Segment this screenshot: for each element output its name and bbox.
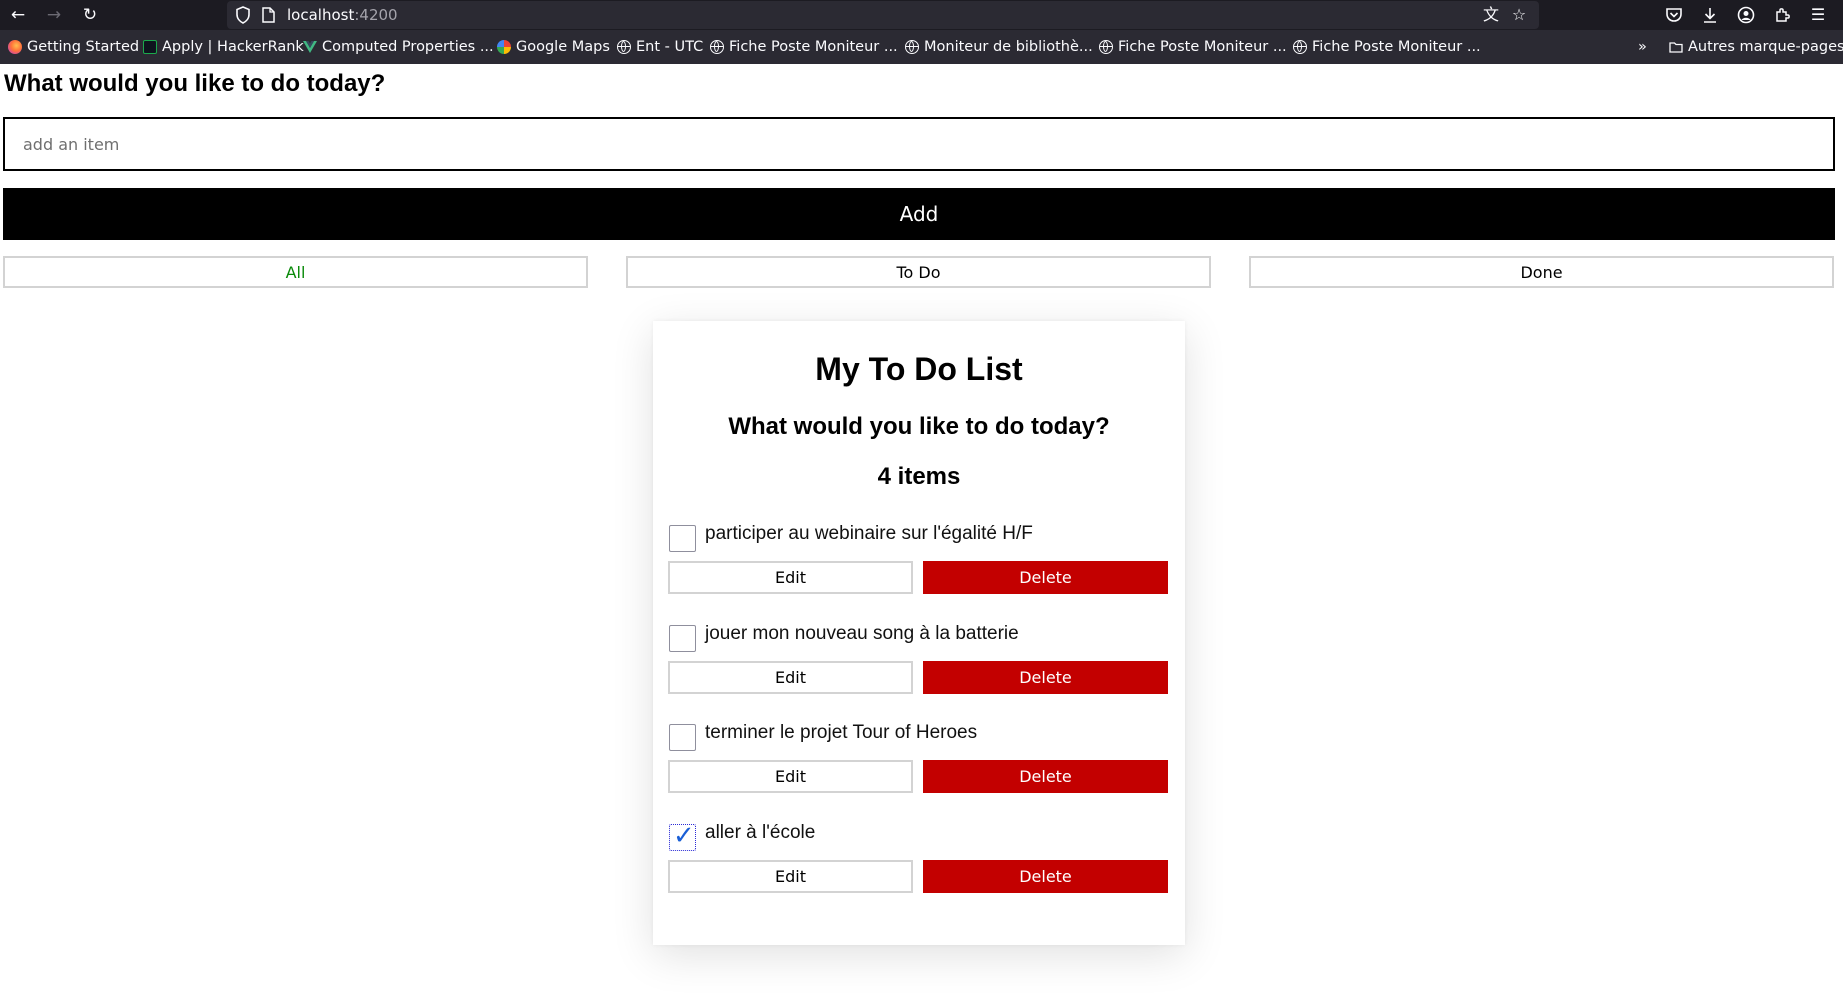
folder-icon: [1669, 42, 1683, 53]
bookmark-moniteur-bibliotheque[interactable]: Moniteur de bibliothè...: [905, 38, 1093, 56]
bookmark-other[interactable]: Autres marque-pages: [1669, 38, 1843, 56]
delete-button[interactable]: Delete: [923, 860, 1168, 893]
google-icon: [497, 40, 511, 54]
globe-icon: [905, 40, 919, 54]
globe-icon: [710, 40, 724, 54]
todo-label: jouer mon nouveau song à la batterie: [705, 623, 1019, 644]
edit-button[interactable]: Edit: [668, 661, 913, 694]
todo-card: My To Do List What would you like to do …: [653, 321, 1185, 945]
page-heading: What would you like to do today?: [4, 70, 386, 97]
reload-icon[interactable]: ↻: [78, 4, 102, 26]
todo-item: ✓ aller à l'école Edit Delete: [668, 821, 1168, 903]
bookmark-label: Getting Started: [27, 39, 140, 55]
page-info-icon[interactable]: [262, 7, 275, 23]
edit-button[interactable]: Edit: [668, 760, 913, 793]
translate-icon[interactable]: 文: [1481, 5, 1501, 25]
edit-button[interactable]: Edit: [668, 860, 913, 893]
globe-icon: [617, 40, 631, 54]
browser-toolbar: ← → ↻ localhost:4200 文 ☆ ☰: [0, 0, 1843, 30]
globe-icon: [1293, 40, 1307, 54]
vue-icon: [303, 41, 317, 53]
bookmark-fiche-poste-3[interactable]: Fiche Poste Moniteur ...: [1293, 38, 1481, 56]
todo-item: participer au webinaire sur l'égalité H/…: [668, 523, 1168, 604]
hamburger-menu-icon[interactable]: ☰: [1807, 4, 1829, 26]
tracking-shield-icon[interactable]: [235, 6, 251, 24]
todo-label: participer au webinaire sur l'égalité H/…: [705, 523, 1033, 544]
bookmark-fiche-poste-2[interactable]: Fiche Poste Moniteur ...: [1099, 38, 1287, 56]
bookmark-label: Apply | HackerRank: [162, 39, 304, 55]
bookmark-label: Fiche Poste Moniteur ...: [1118, 39, 1287, 55]
url-text[interactable]: localhost:4200: [287, 6, 398, 24]
bookmark-computed-properties[interactable]: Computed Properties ...: [303, 38, 494, 56]
checkmark-icon: ✓: [673, 821, 695, 851]
card-subtitle: What would you like to do today?: [728, 413, 1110, 440]
address-bar[interactable]: localhost:4200 文 ☆: [227, 1, 1539, 29]
bookmark-getting-started[interactable]: Getting Started: [8, 38, 139, 56]
bookmark-hackerrank[interactable]: Apply | HackerRank: [143, 38, 304, 56]
bookmarks-bar: Getting Started Apply | HackerRank Compu…: [0, 30, 1843, 64]
pocket-icon[interactable]: [1663, 4, 1685, 26]
bookmarks-overflow-chevron-icon[interactable]: »: [1638, 38, 1647, 56]
todo-checkbox[interactable]: [669, 525, 696, 552]
account-icon[interactable]: [1735, 4, 1757, 26]
bookmark-label: Computed Properties ...: [322, 39, 494, 55]
url-host: localhost: [287, 6, 355, 24]
filter-all-button[interactable]: All: [3, 256, 588, 288]
item-count: 4 items: [877, 463, 961, 490]
todo-label: terminer le projet Tour of Heroes: [705, 722, 978, 743]
hackerrank-icon: [143, 40, 157, 54]
filter-todo-button[interactable]: To Do: [626, 256, 1211, 288]
url-port: :4200: [354, 6, 398, 24]
back-arrow-icon[interactable]: ←: [6, 4, 30, 26]
todo-label: aller à l'école: [705, 822, 816, 843]
delete-button[interactable]: Delete: [923, 561, 1168, 594]
bookmark-label: Moniteur de bibliothè...: [924, 39, 1093, 55]
delete-button[interactable]: Delete: [923, 661, 1168, 694]
todo-item: jouer mon nouveau song à la batterie Edi…: [668, 623, 1168, 704]
todo-checkbox-checked[interactable]: ✓: [669, 821, 696, 851]
bookmark-ent-utc[interactable]: Ent - UTC: [617, 38, 703, 56]
add-button[interactable]: Add: [3, 188, 1835, 240]
bookmark-label: Google Maps: [516, 39, 610, 55]
bookmark-fiche-poste-1[interactable]: Fiche Poste Moniteur ...: [710, 38, 898, 56]
bookmark-label: Fiche Poste Moniteur ...: [1312, 39, 1481, 55]
todo-checkbox[interactable]: [669, 724, 696, 751]
todo-checkbox[interactable]: [669, 625, 696, 652]
todo-item: terminer le projet Tour of Heroes Edit D…: [668, 722, 1168, 803]
bookmark-label: Autres marque-pages: [1688, 39, 1843, 55]
bookmark-google-maps[interactable]: Google Maps: [497, 38, 610, 56]
extensions-icon[interactable]: [1771, 4, 1793, 26]
forward-arrow-icon[interactable]: →: [42, 4, 66, 26]
bookmark-label: Ent - UTC: [636, 39, 704, 55]
downloads-icon[interactable]: [1699, 4, 1721, 26]
bookmark-label: Fiche Poste Moniteur ...: [729, 39, 898, 55]
edit-button[interactable]: Edit: [668, 561, 913, 594]
globe-icon: [1099, 40, 1113, 54]
card-title: My To Do List: [815, 351, 1023, 387]
bookmark-star-icon[interactable]: ☆: [1509, 5, 1529, 25]
firefox-icon: [8, 40, 22, 54]
delete-button[interactable]: Delete: [923, 760, 1168, 793]
filter-done-button[interactable]: Done: [1249, 256, 1834, 288]
add-item-input[interactable]: [3, 117, 1835, 171]
